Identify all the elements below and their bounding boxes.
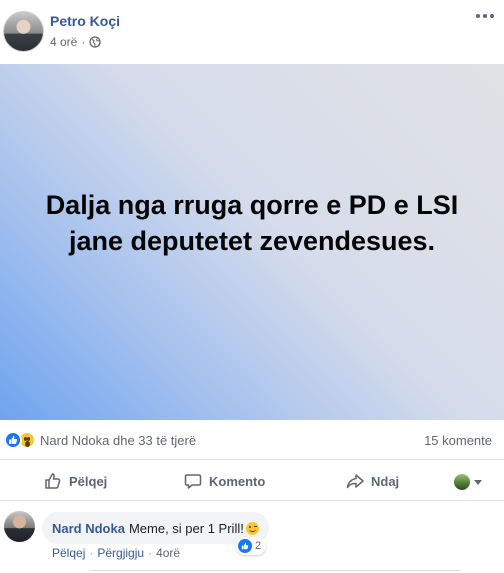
divider [90,570,460,571]
comments-count[interactable]: 15 komente [424,433,492,448]
comment-button[interactable]: Komento [184,472,265,490]
comment-separator: · [148,546,153,560]
like-icon [4,431,22,449]
comment-text: Meme, si per 1 Prill! [128,520,244,536]
share-button-label: Ndaj [371,473,400,489]
like-icon [238,539,252,553]
commenter-avatar[interactable] [4,511,35,542]
comment-bubble: Nard Ndoka Meme, si per 1 Prill! [42,512,269,544]
comment-timestamp[interactable]: 4orë [156,546,180,560]
comment-reply-link[interactable]: Përgjigju [97,546,144,560]
post-actions: Pëlqej Komento Ndaj [0,461,504,501]
comment-item: Nard Ndoka Meme, si per 1 Prill! 2 Pëlqe… [0,506,504,566]
meta-separator: · [81,35,86,49]
ellipsis-icon[interactable] [476,14,494,18]
reactors-text[interactable]: Nard Ndoka dhe 33 të tjerë [40,433,196,448]
thumbs-up-icon [45,473,61,489]
post-stats: Nard Ndoka dhe 33 të tjerë 15 komente [0,420,504,460]
wink-emoji [245,521,259,535]
post-timestamp[interactable]: 4 orë [50,35,77,49]
post-author-name[interactable]: Petro Koçi [50,13,120,29]
reactions-summary[interactable]: Nard Ndoka dhe 33 të tjerë [4,431,196,449]
comment-like-count: 2 [255,540,262,552]
share-arrow-icon [346,474,364,489]
share-button[interactable]: Ndaj [346,472,399,490]
chevron-down-icon [474,479,482,485]
author-avatar[interactable] [3,11,44,52]
post-banner: Dalja nga rruga qorre e PD e LSI jane de… [0,64,504,420]
comment-actions: Pëlqej · Përgjigju · 4orë [52,546,180,560]
comment-author[interactable]: Nard Ndoka [52,521,125,536]
post-header: Petro Koçi 4 orë · [0,0,504,64]
like-button[interactable]: Pëlqej [44,472,107,490]
speech-bubble-icon [184,474,202,489]
comment-reactions[interactable]: 2 [236,537,267,555]
page-avatar [454,474,470,490]
comment-like-link[interactable]: Pëlqej [52,546,85,560]
comment-button-label: Komento [209,473,266,489]
view-as-selector[interactable] [454,474,482,490]
comment-separator: · [89,546,94,560]
like-button-label: Pëlqej [69,473,108,489]
post-meta: 4 orë · [50,35,102,49]
globe-icon[interactable] [89,36,102,48]
banner-text: Dalja nga rruga qorre e PD e LSI jane de… [45,190,459,256]
